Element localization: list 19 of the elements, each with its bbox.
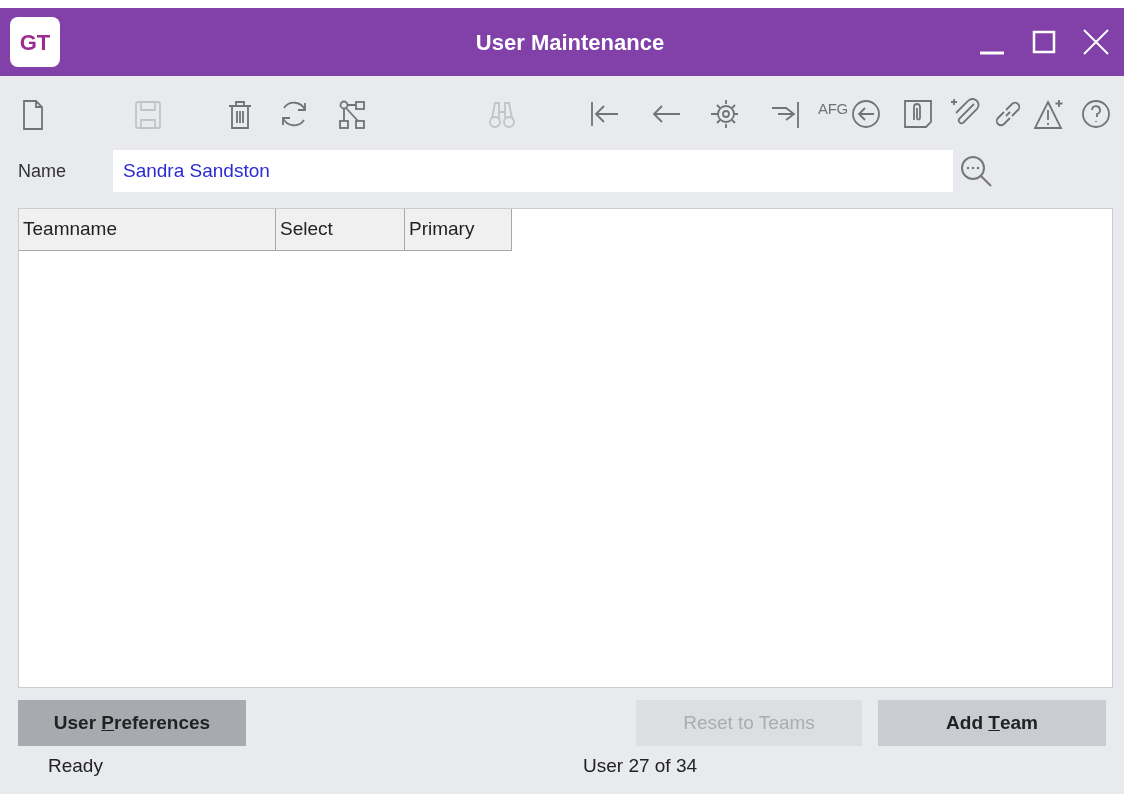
app-logo: GT xyxy=(10,17,60,67)
maximize-icon[interactable] xyxy=(1032,30,1056,54)
attached-document-icon[interactable] xyxy=(902,98,934,130)
column-header[interactable]: Select xyxy=(276,209,405,251)
window-title: User Maintenance xyxy=(474,28,666,57)
toolbar-button[interactable]: AFG xyxy=(818,98,848,121)
button[interactable]: Add Team xyxy=(878,700,1106,746)
column-header[interactable]: Teamname xyxy=(19,209,276,251)
close-icon[interactable] xyxy=(1082,28,1110,56)
help-icon[interactable] xyxy=(1080,98,1112,130)
search-icon[interactable] xyxy=(959,154,993,188)
status-text: Ready xyxy=(48,753,104,778)
name-label: Name xyxy=(18,159,67,183)
network-icon[interactable] xyxy=(336,98,368,130)
record-position: User 27 of 34 xyxy=(583,753,698,778)
button[interactable]: User Preferences xyxy=(18,700,246,746)
name-field[interactable]: Sandra Sandston xyxy=(113,150,953,192)
add-warning-icon[interactable] xyxy=(1034,98,1066,130)
column-header[interactable]: Primary xyxy=(405,209,512,251)
